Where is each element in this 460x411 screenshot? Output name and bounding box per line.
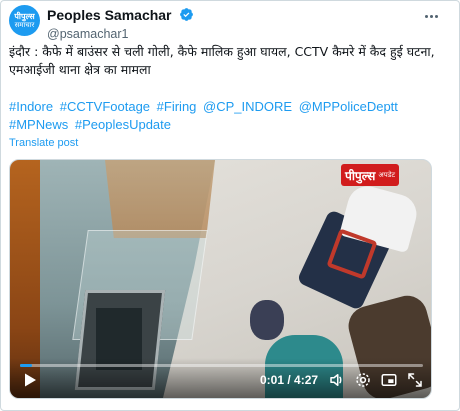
translate-post-link[interactable]: Translate post: [9, 137, 78, 149]
hashtag-link[interactable]: #Firing: [157, 99, 197, 114]
watermark-main-text: पीपुल्स: [345, 168, 376, 183]
tweet-card: पीपुल्स समाचार Peoples Samachar @psamach…: [0, 0, 460, 411]
video-controls: 0:01 / 4:27: [10, 358, 431, 398]
video-scene-shelf: [105, 160, 215, 238]
mention-link[interactable]: @CP_INDORE: [203, 99, 292, 114]
avatar[interactable]: पीपुल्स समाचार: [9, 5, 40, 36]
watermark-logo: पीपुल्स अपडेट: [341, 164, 400, 186]
hashtag-link[interactable]: #Indore: [9, 99, 53, 114]
hashtag-link[interactable]: #CCTVFootage: [60, 99, 150, 114]
tweet-hashtags: #Indore #CCTVFootage #Firing @CP_INDORE …: [9, 98, 449, 134]
settings-icon[interactable]: [354, 371, 372, 389]
hashtag-link[interactable]: #MPNews: [9, 117, 68, 132]
avatar-text-top: पीपुल्स: [14, 12, 35, 21]
expand-icon[interactable]: [406, 371, 424, 389]
author-display-name[interactable]: Peoples Samachar: [47, 7, 172, 23]
progress-fill: [20, 364, 33, 367]
watermark-sub-text: अपडेट: [378, 170, 396, 179]
tweet-header: पीपुल्स समाचार Peoples Samachar @psamach…: [9, 5, 449, 41]
verified-badge-icon: [180, 8, 193, 22]
more-icon[interactable]: [419, 7, 443, 25]
tweet-text: इंदौर : कैफे में बाउंसर से चली गोली, कैफ…: [9, 44, 435, 77]
video-player[interactable]: पीपुल्स अपडेट 0:01 / 4:27: [9, 159, 432, 399]
video-scene-person: [250, 300, 284, 340]
avatar-text-bottom: समाचार: [14, 21, 35, 29]
mention-link[interactable]: @MPPoliceDeptt: [299, 99, 398, 114]
hashtag-link[interactable]: #PeoplesUpdate: [75, 117, 171, 132]
play-icon[interactable]: [22, 372, 38, 388]
fullscreen-icon[interactable]: [380, 371, 398, 389]
progress-bar[interactable]: [20, 364, 423, 367]
time-display: 0:01 / 4:27: [260, 373, 319, 387]
volume-icon[interactable]: [328, 371, 346, 389]
author-handle[interactable]: @psamachar1: [47, 27, 194, 41]
author-names: Peoples Samachar @psamachar1: [47, 6, 194, 41]
